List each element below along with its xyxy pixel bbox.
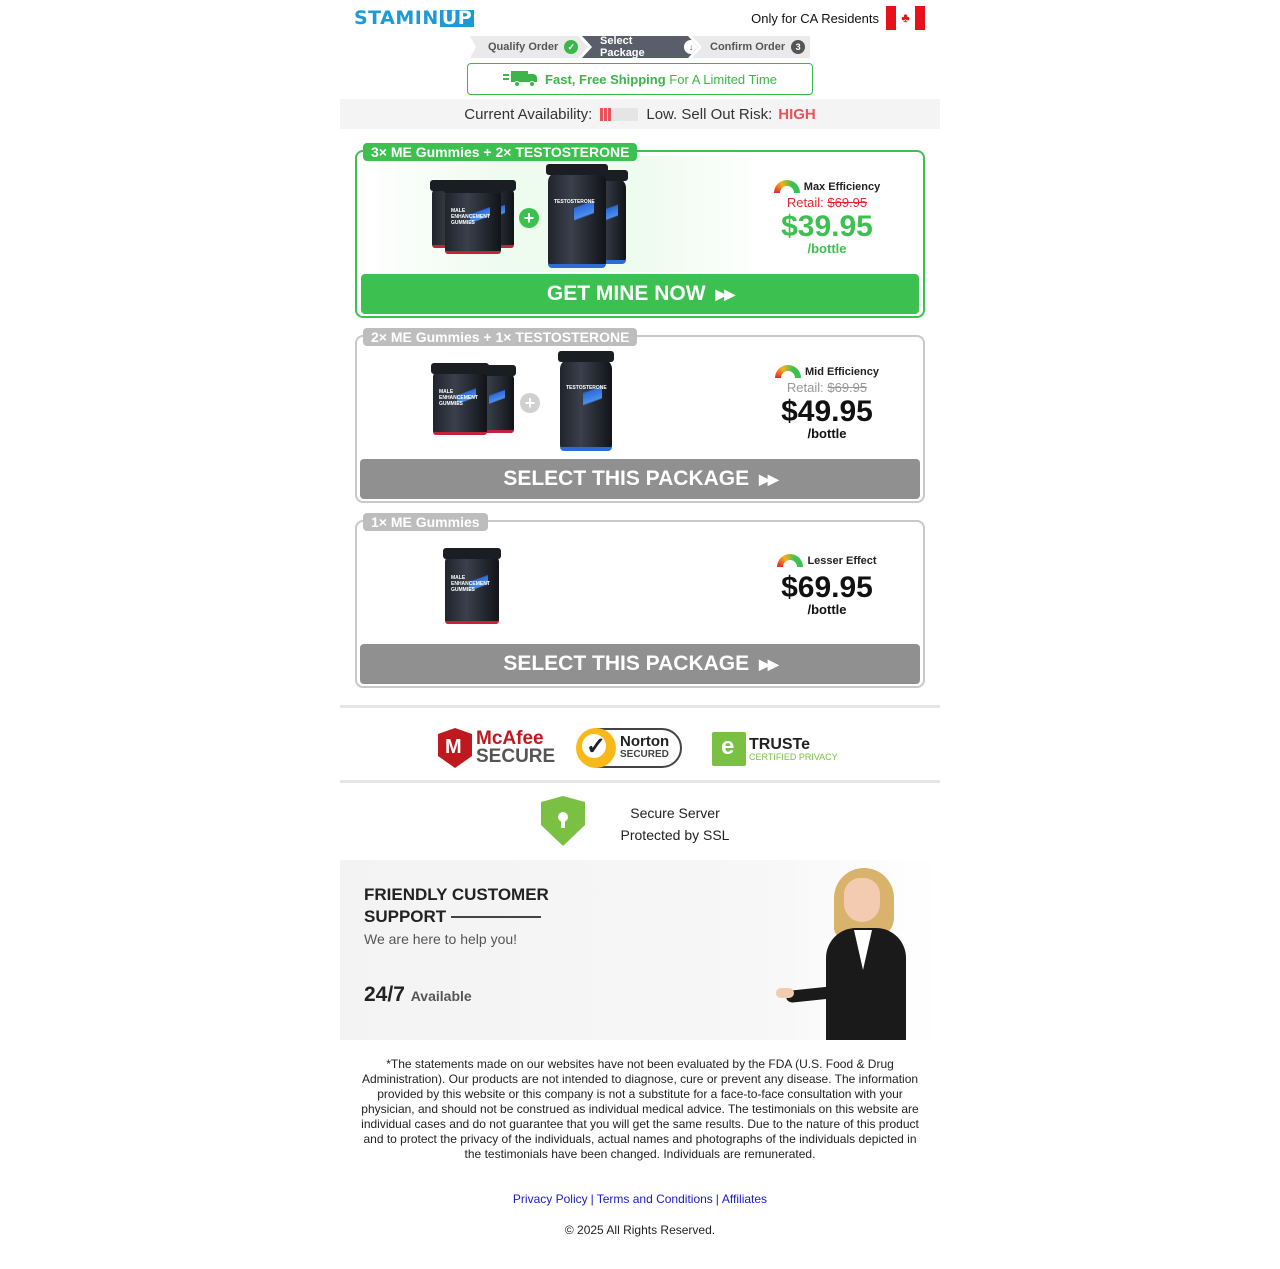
delivery-truck-icon [503, 71, 538, 87]
package-label: 2× ME Gummies + 1× TESTOSTERONE [363, 328, 638, 346]
sellout-label: Low. Sell Out Risk: [646, 105, 773, 123]
support-agent-image [776, 868, 916, 1040]
affiliates-link[interactable]: Affiliates [722, 1192, 767, 1206]
get-mine-now-button[interactable]: GET MINE NOW ▶▶ [361, 274, 919, 314]
testosterone-bottle-image: TESTOSTERONE [558, 351, 614, 451]
package-label: 1× ME Gummies [363, 513, 488, 531]
check-icon: ✓ [564, 40, 578, 54]
link-separator: | [715, 1192, 719, 1206]
efficiency-label: Max Efficiency [803, 180, 881, 193]
testosterone-bottle-image: TESTOSTERONE [546, 164, 608, 268]
truste-icon [712, 732, 746, 766]
package-card-mid[interactable]: 2× ME Gummies + 1× TESTOSTERONE MALE ENH… [355, 328, 925, 503]
lock-shield-icon [541, 796, 585, 846]
copyright: © 2025 All Rights Reserved. [564, 1223, 716, 1237]
title-underline [451, 916, 541, 918]
per-bottle-label: /bottle [807, 602, 847, 617]
gauge-icon [773, 180, 800, 193]
support-hours: 24/7 Available [364, 983, 472, 1006]
package-card-lesser[interactable]: 1× ME Gummies MALE ENHANCEMENT GUMMIES L… [355, 513, 925, 688]
double-arrow-icon: ▶▶ [715, 285, 735, 302]
per-bottle-label: /bottle [807, 426, 847, 441]
efficiency-label: Mid Efficiency [805, 365, 879, 378]
residents-notice: Only for CA Residents [751, 11, 879, 26]
footer-links: Privacy Policy | Terms and Conditions | Affi… [340, 1192, 940, 1206]
divider [340, 705, 940, 708]
link-separator: | [590, 1192, 594, 1206]
package-price: $39.95 [781, 210, 873, 243]
support-subtitle: We are here to help you! [364, 931, 518, 947]
gauge-icon [777, 554, 804, 567]
step-label: Confirm Order [710, 41, 786, 53]
mcafee-shield-icon [438, 728, 472, 768]
divider [340, 780, 940, 783]
ssl-line-2: Protected by SSL [620, 827, 730, 843]
step-number-badge: 3 [791, 40, 806, 54]
select-package-button[interactable]: SELECT THIS PACKAGE ▶▶ [360, 459, 920, 499]
shipping-rest-text: For A Limited Time [669, 71, 777, 87]
retail-price: Retail: $69.95 [786, 380, 868, 395]
step-confirm-order: Confirm Order 3 [692, 36, 810, 58]
gauge-icon [775, 365, 802, 378]
norton-secured-badge: NortonSECURED [576, 728, 682, 768]
ssl-line-1: Secure Server [630, 805, 720, 821]
package-price: $69.95 [781, 571, 873, 604]
stock-meter-bar [608, 107, 612, 121]
step-select-package: Select Package ↓ [582, 36, 698, 58]
select-package-button[interactable]: SELECT THIS PACKAGE ▶▶ [360, 644, 920, 684]
shipping-bold-text: Fast, Free Shipping [545, 71, 666, 87]
availability-label: Current Availability: [464, 105, 593, 123]
customer-support-banner: FRIENDLY CUSTOMER SUPPORT We are here to… [340, 860, 940, 1040]
price-box: Max Efficiency Retail: $69.95 $39.95 /bo… [757, 180, 897, 256]
truste-badge: TRUSTeCERTIFIED PRIVACY [712, 732, 838, 766]
privacy-policy-link[interactable]: Privacy Policy [513, 1192, 588, 1206]
price-box: Mid Efficiency Retail: $69.95 $49.95 /bo… [757, 365, 897, 441]
stock-meter [600, 107, 639, 121]
gummies-bottle-image: MALE ENHANCEMENT GUMMIES [443, 182, 503, 254]
gummies-bottle-image: MALE ENHANCEMENT GUMMIES [431, 363, 489, 435]
per-bottle-label: /bottle [807, 241, 847, 256]
retail-price: Retail: $69.95 [786, 195, 868, 210]
terms-link[interactable]: Terms and Conditions [597, 1192, 713, 1206]
ssl-notice: Secure Server Protected by SSL [340, 796, 940, 848]
trust-badges: McAfeeSECURE NortonSECURED TRUSTeCERTIFI… [340, 722, 940, 772]
availability-bar: Current Availability: Low. Sell Out Risk… [340, 99, 940, 129]
norton-check-icon [576, 728, 616, 768]
stock-meter-bar [600, 107, 604, 121]
arrow-down-icon: ↓ [684, 40, 698, 54]
step-qualify-order: Qualify Order ✓ [470, 36, 588, 58]
step-label: Qualify Order [488, 41, 559, 53]
logo-highlight: UP [439, 7, 475, 29]
logo-text: STAMIN [354, 7, 439, 29]
mcafee-secure-badge: McAfeeSECURE [438, 728, 555, 768]
brand-logo[interactable]: STAMIN UP [354, 7, 475, 29]
package-card-max[interactable]: 3× ME Gummies + 2× TESTOSTERONE MALE ENH… [355, 143, 925, 318]
stock-meter-bar [604, 107, 608, 121]
step-label: Select Package [600, 35, 645, 59]
plus-icon: + [519, 208, 539, 228]
fda-disclaimer: *The statements made on our websites hav… [361, 1057, 919, 1161]
double-arrow-icon: ▶▶ [759, 470, 778, 487]
checkout-steps: Qualify Order ✓ Select Package ↓ Confirm… [470, 36, 810, 58]
package-price: $49.95 [781, 395, 873, 428]
canada-flag-icon: ♣ [886, 6, 925, 30]
support-title: FRIENDLY CUSTOMER SUPPORT [364, 885, 549, 926]
risk-level: HIGH [778, 105, 816, 123]
checkout-page: STAMIN UP Only for CA Residents ♣ Qualify… [340, 0, 940, 1269]
efficiency-label: Lesser Effect [807, 554, 877, 567]
price-box: Lesser Effect $69.95 /bottle [757, 554, 897, 617]
shipping-banner: Fast, Free Shipping For A Limited Time [467, 63, 813, 95]
gummies-bottle-image: MALE ENHANCEMENT GUMMIES [443, 548, 501, 624]
double-arrow-icon: ▶▶ [759, 655, 778, 672]
package-label: 3× ME Gummies + 2× TESTOSTERONE [363, 143, 638, 161]
plus-icon: + [520, 393, 540, 413]
